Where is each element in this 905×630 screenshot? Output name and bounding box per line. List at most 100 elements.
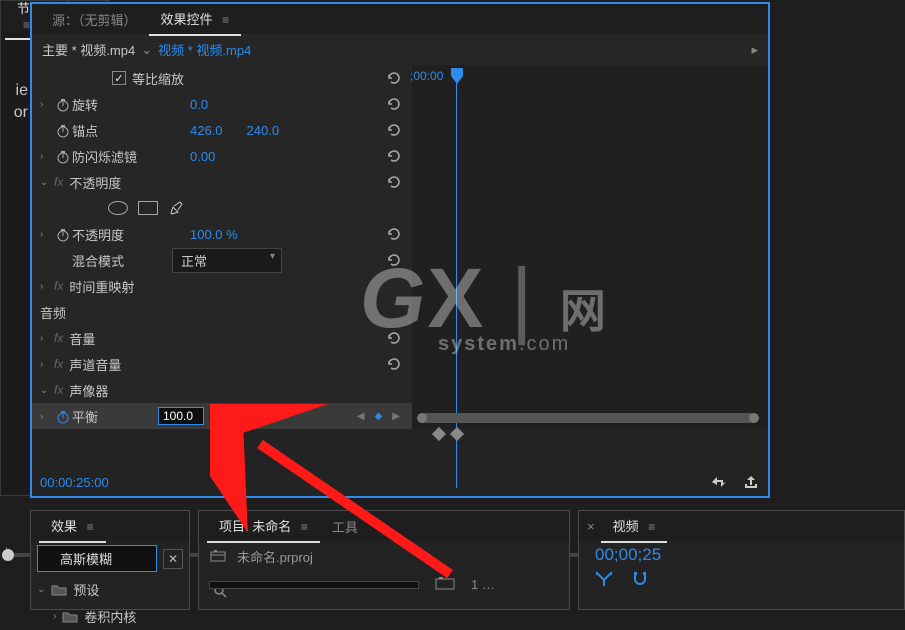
disclosure-icon[interactable]: › xyxy=(40,281,54,292)
opacity-value-row: › 不透明度 100.0 % xyxy=(32,221,412,247)
tab-effect-controls[interactable]: 效果控件 ≡ xyxy=(149,3,242,36)
next-keyframe-icon[interactable]: ▶ xyxy=(392,411,400,422)
opacity-group-row[interactable]: ⌄ fx 不透明度 xyxy=(32,169,412,195)
cursor-icon xyxy=(208,406,222,427)
blend-mode-row: 混合模式 正常 xyxy=(32,247,412,273)
stopwatch-icon[interactable] xyxy=(54,226,72,242)
volume-row[interactable]: › fx 音量 xyxy=(32,325,412,351)
reset-icon[interactable] xyxy=(386,96,402,112)
rotation-value[interactable]: 0.0 xyxy=(190,97,208,112)
reset-icon[interactable] xyxy=(386,330,402,346)
dropdown-icon[interactable]: ⌄ xyxy=(141,42,152,58)
prev-keyframe-icon[interactable]: ◀ xyxy=(357,411,365,422)
mask-tools-row xyxy=(32,195,412,221)
disclosure-icon[interactable]: › xyxy=(40,229,54,240)
blend-mode-select[interactable]: 正常 xyxy=(172,248,282,273)
opacity-value[interactable]: 100.0 % xyxy=(190,227,238,242)
stopwatch-icon[interactable] xyxy=(54,96,72,112)
reset-icon[interactable] xyxy=(386,252,402,268)
disclosure-icon[interactable]: › xyxy=(40,359,54,370)
tab-effects[interactable]: 效果 ≡ xyxy=(39,510,106,543)
presets-folder-row[interactable]: ⌄ 预设 xyxy=(31,576,189,603)
disclosure-icon[interactable]: › xyxy=(40,411,54,422)
folder-icon xyxy=(62,611,78,623)
rect-mask-icon[interactable] xyxy=(138,201,158,215)
play-indicator-icon[interactable]: ▸ xyxy=(751,42,758,58)
clear-search-button[interactable]: ✕ xyxy=(163,549,183,569)
sequence-tool-icons xyxy=(579,569,904,589)
close-tab-icon[interactable]: × xyxy=(587,519,595,534)
playhead-icon[interactable] xyxy=(450,67,464,87)
panel-menu-icon[interactable]: ≡ xyxy=(23,18,30,32)
anchor-point-row: 锚点 426.0 240.0 xyxy=(32,117,412,143)
balance-row[interactable]: › 平衡 100.0 ◀ ◆ ▶ xyxy=(32,403,412,429)
fx-badge-icon: fx xyxy=(54,331,63,345)
effects-search-input[interactable]: 高斯模糊 xyxy=(37,545,157,572)
anchor-y-value[interactable]: 240.0 xyxy=(247,123,280,138)
balance-input[interactable]: 100.0 xyxy=(158,407,204,425)
pen-mask-icon[interactable] xyxy=(168,200,184,216)
breadcrumb-clip[interactable]: 视频 * 视频.mp4 xyxy=(158,40,251,59)
ec-properties-column: ✓ 等比缩放 › 旋转 0.0 xyxy=(32,65,412,429)
timeline-scrollbar[interactable] xyxy=(418,413,758,423)
audio-heading: 音频 xyxy=(32,299,412,325)
reset-icon[interactable] xyxy=(386,148,402,164)
keyframe-marker[interactable] xyxy=(432,427,446,441)
disclosure-icon[interactable]: ⌄ xyxy=(40,385,54,396)
project-search-input[interactable] xyxy=(209,581,419,589)
channel-volume-row[interactable]: › fx 声道音量 xyxy=(32,351,412,377)
breadcrumb-master[interactable]: 主要 * 视频.mp4 xyxy=(42,40,135,59)
sequence-timecode[interactable]: 00;00;25 xyxy=(579,541,904,569)
fx-badge-icon: fx xyxy=(54,357,63,371)
add-keyframe-icon[interactable]: ◆ xyxy=(375,411,383,422)
timeline-ruler[interactable]: ;00:00 xyxy=(412,65,768,89)
reset-icon[interactable] xyxy=(386,174,402,190)
stopwatch-active-icon[interactable] xyxy=(54,408,72,424)
ellipse-mask-icon[interactable] xyxy=(108,201,128,215)
reset-icon[interactable] xyxy=(386,356,402,372)
snap-icon[interactable] xyxy=(595,571,613,587)
panel-menu-icon[interactable]: ≡ xyxy=(87,520,94,534)
time-remap-row[interactable]: › fx 时间重映射 xyxy=(32,273,412,299)
disclosure-icon[interactable]: ⌄ xyxy=(40,177,54,188)
anchor-x-value[interactable]: 426.0 xyxy=(190,123,223,138)
panel-menu-icon[interactable]: ≡ xyxy=(301,520,308,534)
sequence-panel: × 视频 ≡ 00;00;25 xyxy=(578,510,905,610)
tab-source[interactable]: 源：（无剪辑） xyxy=(40,4,149,35)
disclosure-icon[interactable]: ⌄ xyxy=(37,584,45,595)
disclosure-icon[interactable]: › xyxy=(40,333,54,344)
stopwatch-icon[interactable] xyxy=(54,148,72,164)
reset-icon[interactable] xyxy=(386,70,402,86)
scale-lock-checkbox[interactable]: ✓ xyxy=(112,71,126,85)
keyframe-marker[interactable] xyxy=(450,427,464,441)
ec-footer-bar: 00:00:25:00 xyxy=(40,470,760,494)
fx-badge-icon: fx xyxy=(54,383,63,397)
panner-row[interactable]: ⌄ fx 声像器 xyxy=(32,377,412,403)
reset-icon[interactable] xyxy=(386,226,402,242)
bin-icon[interactable] xyxy=(209,548,227,565)
disclosure-icon[interactable]: › xyxy=(40,151,54,162)
project-panel: 项目: 未命名 ≡ 工具 未命名.prproj 1 … xyxy=(198,510,570,610)
tab-project[interactable]: 项目: 未命名 ≡ xyxy=(207,510,320,543)
reset-icon[interactable] xyxy=(386,122,402,138)
panel-menu-icon[interactable]: ≡ xyxy=(222,13,229,27)
flicker-value[interactable]: 0.00 xyxy=(190,149,215,164)
disclosure-icon[interactable]: › xyxy=(40,99,54,110)
panel-menu-icon[interactable]: ≡ xyxy=(648,520,655,534)
tab-sequence[interactable]: 视频 ≡ xyxy=(601,510,668,543)
convolution-folder-row[interactable]: › 卷积内核 xyxy=(31,603,189,630)
scale-lock-label: 等比缩放 xyxy=(132,69,250,88)
current-timecode[interactable]: 00:00:25:00 xyxy=(40,475,109,490)
scrollbar-thumb[interactable] xyxy=(418,413,758,423)
item-count: 1 … xyxy=(471,577,495,592)
scrubber-knob[interactable] xyxy=(2,549,14,561)
fx-badge-icon: fx xyxy=(54,175,63,189)
folder-icon xyxy=(51,584,67,596)
stopwatch-icon[interactable] xyxy=(54,122,72,138)
magnet-icon[interactable] xyxy=(631,571,649,587)
bin-view-icon[interactable] xyxy=(435,576,455,593)
fx-badge-icon: fx xyxy=(54,279,63,293)
loop-playback-icon[interactable] xyxy=(710,475,728,489)
export-icon[interactable] xyxy=(742,475,760,489)
tab-tools[interactable]: 工具 xyxy=(320,511,370,542)
